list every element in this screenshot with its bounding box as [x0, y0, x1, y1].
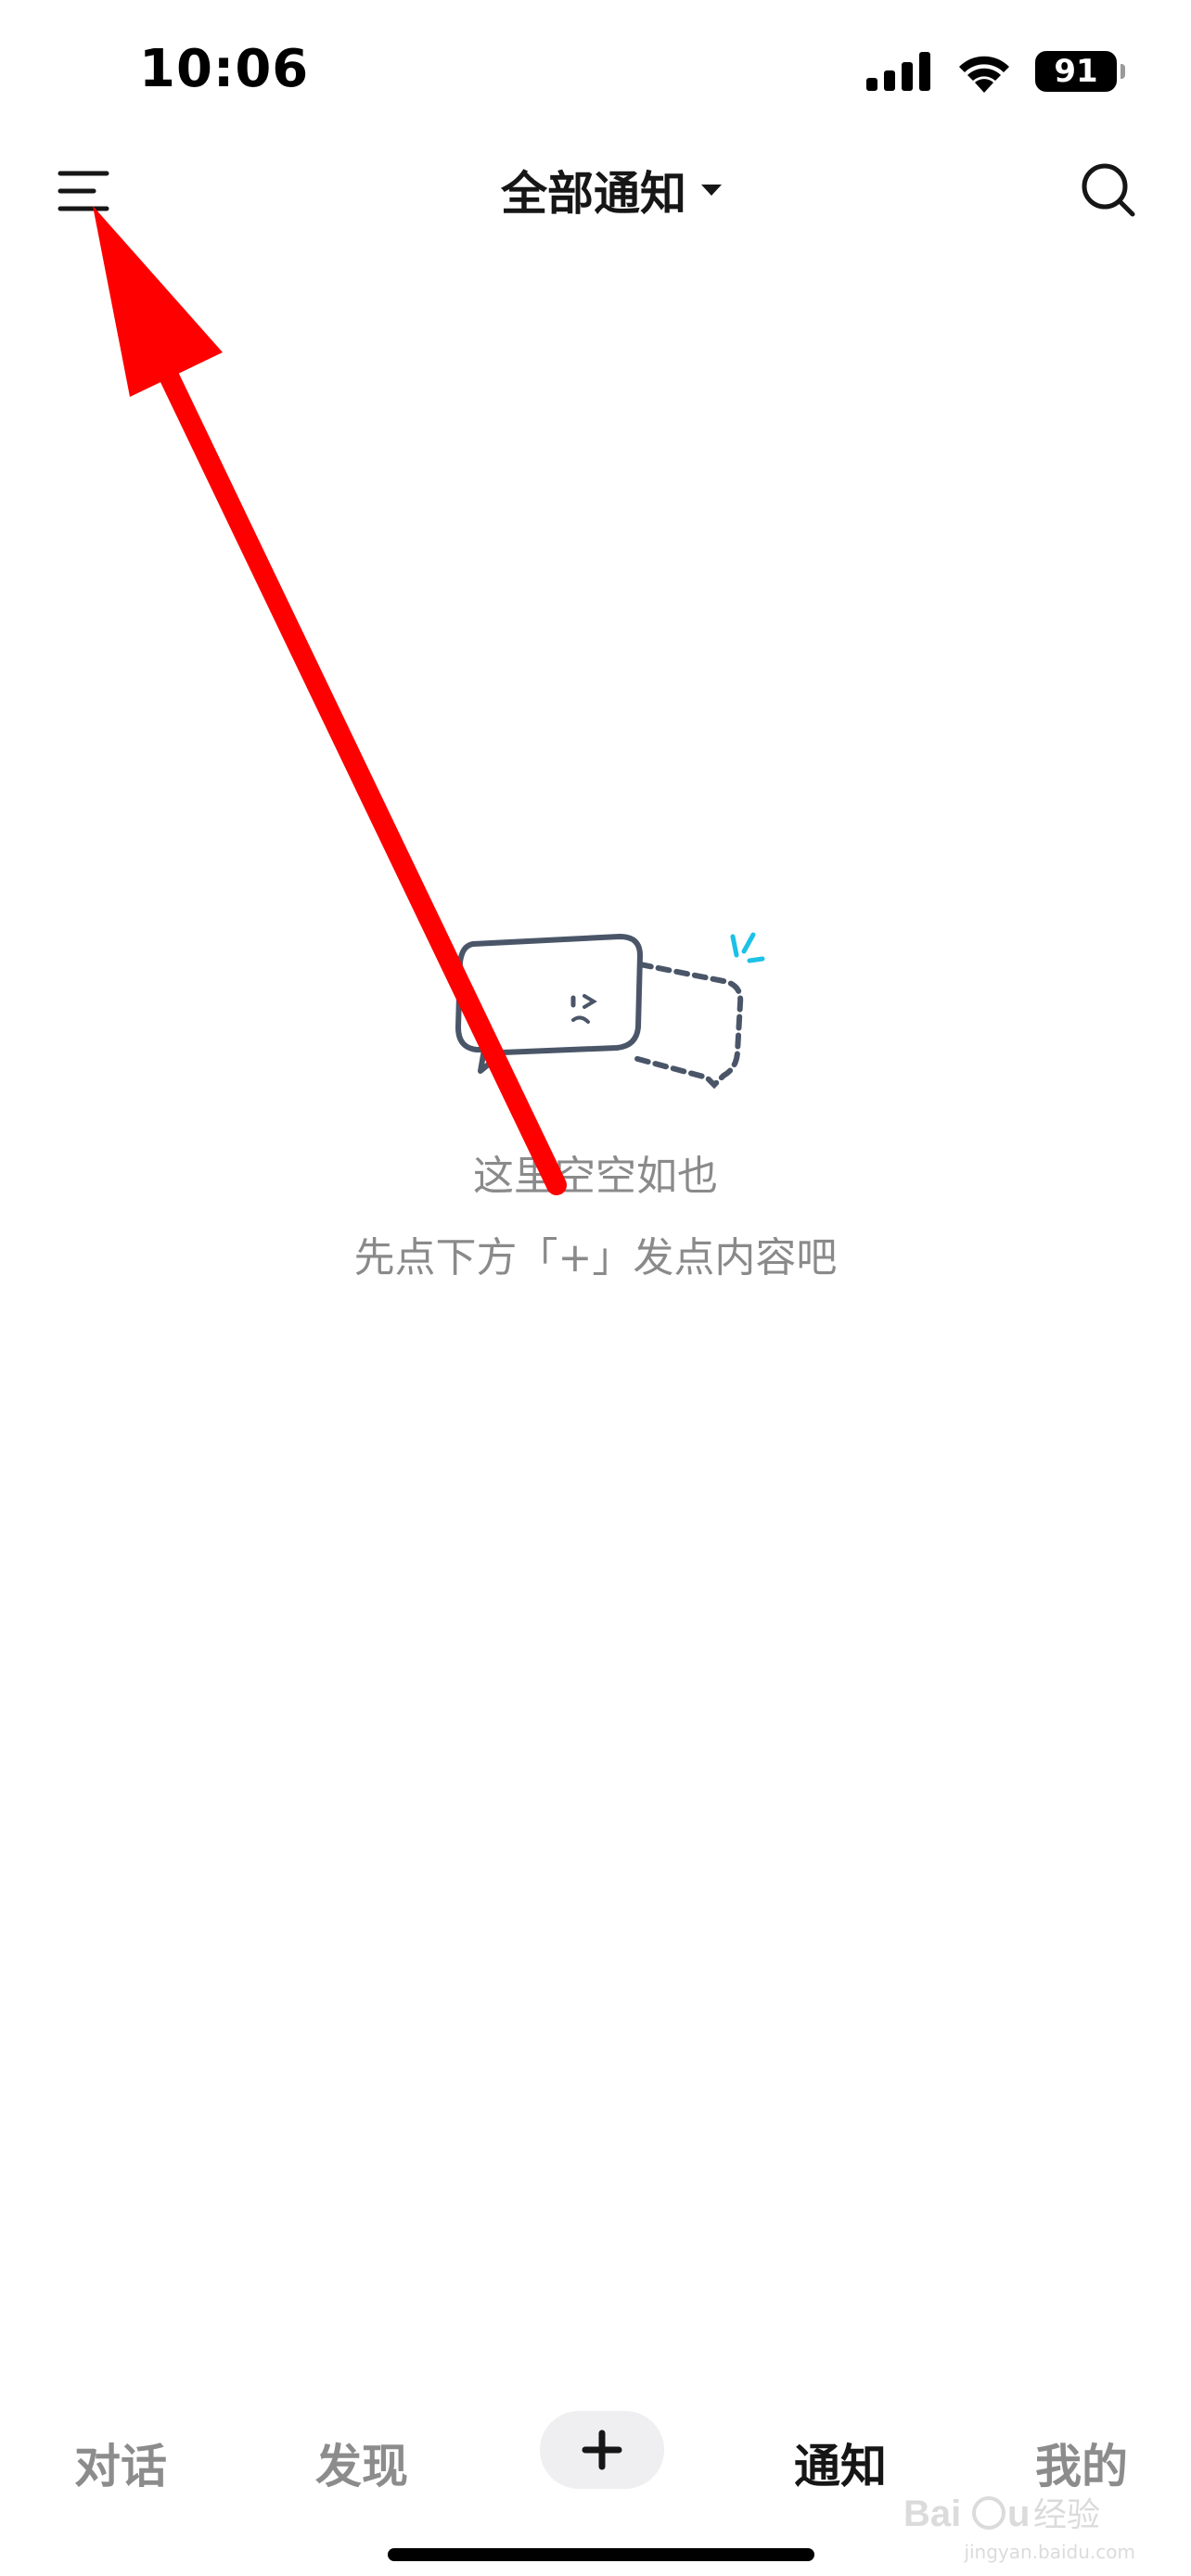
caret-down-icon	[701, 185, 722, 196]
menu-button[interactable]	[54, 161, 113, 221]
svg-text:Bai: Bai	[903, 2493, 961, 2534]
nav-bar: 全部通知	[0, 139, 1191, 241]
status-icons: 91	[866, 48, 1125, 95]
svg-text:u: u	[1007, 2493, 1030, 2534]
plus-icon	[582, 2429, 622, 2470]
tab-notifications[interactable]: 通知	[766, 2429, 915, 2496]
page-title: 全部通知	[501, 167, 686, 221]
menu-icon	[58, 171, 109, 211]
watermark-url: jingyan.baidu.com	[964, 2541, 1135, 2563]
battery-tip	[1121, 64, 1125, 79]
battery-icon: 91	[1035, 51, 1125, 92]
empty-chat-bubbles-illustration	[455, 932, 765, 1090]
baidu-paw-icon: Bai u 经验	[903, 2493, 1100, 2534]
search-button[interactable]	[1076, 158, 1141, 223]
battery-level: 91	[1054, 53, 1098, 90]
svg-text:经验: 经验	[1033, 2496, 1100, 2534]
empty-state-title: 这里空空如也	[473, 1153, 718, 1200]
baidu-jingyan-watermark: Bai u 经验 jingyan.baidu.com	[903, 2485, 1135, 2569]
signal-icon	[866, 52, 930, 91]
home-indicator	[388, 2548, 814, 2561]
tab-chat[interactable]: 对话	[46, 2429, 195, 2496]
search-icon	[1082, 163, 1135, 217]
empty-state-subtitle: 先点下方「+」发点内容吧	[353, 1234, 838, 1282]
annotation-arrow	[93, 206, 567, 1195]
status-time: 10:06	[139, 39, 310, 99]
status-bar: 10:06 91	[0, 0, 1191, 139]
add-post-button[interactable]	[540, 2411, 664, 2489]
wifi-icon	[959, 56, 1009, 93]
notification-filter-dropdown[interactable]: 全部通知	[501, 158, 724, 223]
tab-discover[interactable]: 发现	[288, 2429, 436, 2496]
